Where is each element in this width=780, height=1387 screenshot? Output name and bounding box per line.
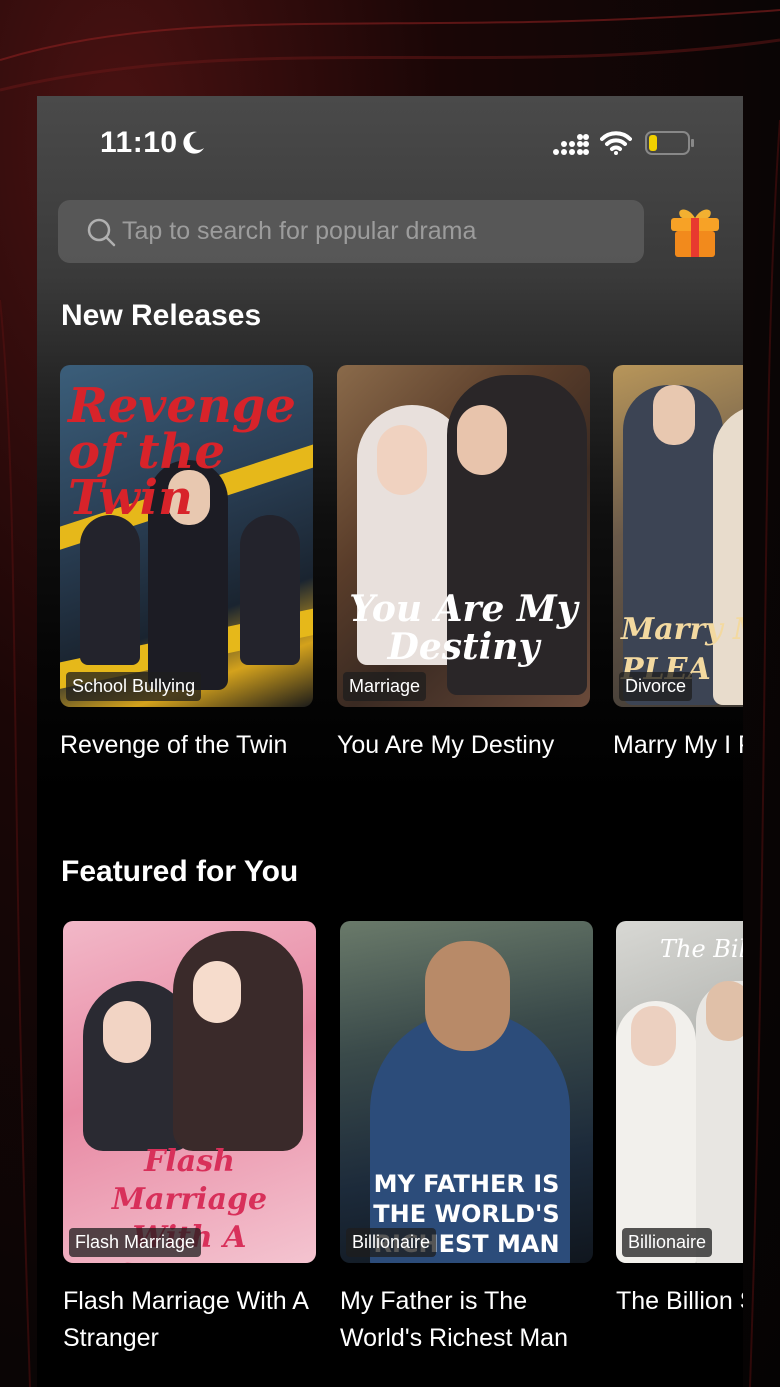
drama-poster[interactable]: Revenge of the Twin School Bullying — [60, 365, 313, 707]
character-figure — [240, 515, 300, 665]
search-icon — [87, 218, 116, 247]
poster-title: You Are My Destiny — [349, 588, 578, 668]
character-figure — [173, 931, 303, 1151]
genre-tag: Billionaire — [622, 1228, 713, 1257]
drama-poster[interactable]: Flash Marriage With A Stranger Flash Mar… — [63, 921, 316, 1263]
section-title-new-releases: New Releases — [61, 299, 262, 332]
character-face — [706, 981, 743, 1041]
drama-title[interactable]: You Are My Destiny — [337, 727, 590, 764]
search-placeholder: Tap to search for popular drama — [122, 217, 477, 245]
status-time: 11:10 — [100, 126, 178, 159]
character-face — [425, 941, 510, 1051]
drama-title[interactable]: Marry My I Please! — [613, 727, 743, 764]
poster-title: Revenge of the Twin — [68, 378, 296, 526]
genre-tag: School Bullying — [66, 672, 202, 701]
character-face — [193, 961, 241, 1023]
character-face — [653, 385, 695, 445]
genre-tag: Divorce — [619, 672, 693, 701]
app-screen: 11:10 Tap to search for popular drama Ne… — [37, 96, 743, 1387]
section-title-featured: Featured for You — [61, 855, 299, 888]
drama-card[interactable]: MY FATHER IS THE WORLD'S RICHEST MAN Bil… — [340, 921, 593, 1357]
drama-title[interactable]: Revenge of the Twin — [60, 727, 313, 764]
status-bar: 11:10 — [37, 96, 743, 186]
drama-card[interactable]: You Are My Destiny Marriage You Are My D… — [337, 365, 590, 764]
signal-icon — [553, 134, 589, 155]
drama-poster[interactable]: The Billio Secu Billionaire — [616, 921, 743, 1263]
character-face — [631, 1006, 676, 1066]
wifi-icon — [600, 131, 632, 155]
character-face — [103, 1001, 151, 1063]
drama-card[interactable]: The Billio Secu Billionaire The Billion … — [616, 921, 743, 1320]
drama-poster[interactable]: Marry M PLEA Divorce — [613, 365, 743, 707]
drama-card[interactable]: Revenge of the Twin School Bullying Reve… — [60, 365, 313, 764]
gift-icon[interactable] — [668, 204, 722, 260]
drama-card[interactable]: Marry M PLEA Divorce Marry My I Please! — [613, 365, 743, 764]
character-face — [457, 405, 507, 475]
character-figure — [80, 515, 140, 665]
moon-icon — [183, 131, 204, 154]
drama-title[interactable]: The Billion Security G — [616, 1283, 743, 1320]
featured-row: Flash Marriage With A Stranger Flash Mar… — [37, 921, 743, 1352]
new-releases-row: Revenge of the Twin School Bullying Reve… — [37, 365, 743, 785]
drama-poster[interactable]: MY FATHER IS THE WORLD'S RICHEST MAN Bil… — [340, 921, 593, 1263]
poster-title: The Billio Secu — [660, 935, 743, 963]
character-face — [377, 425, 427, 495]
search-input[interactable]: Tap to search for popular drama — [58, 200, 644, 263]
drama-title[interactable]: Flash Marriage With A Stranger — [63, 1283, 316, 1357]
drama-poster[interactable]: You Are My Destiny Marriage — [337, 365, 590, 707]
drama-title[interactable]: My Father is The World's Richest Man — [340, 1283, 593, 1357]
genre-tag: Marriage — [343, 672, 427, 701]
genre-tag: Flash Marriage — [69, 1228, 202, 1257]
genre-tag: Billionaire — [346, 1228, 437, 1257]
battery-icon — [645, 131, 694, 155]
drama-card[interactable]: Flash Marriage With A Stranger Flash Mar… — [63, 921, 316, 1357]
